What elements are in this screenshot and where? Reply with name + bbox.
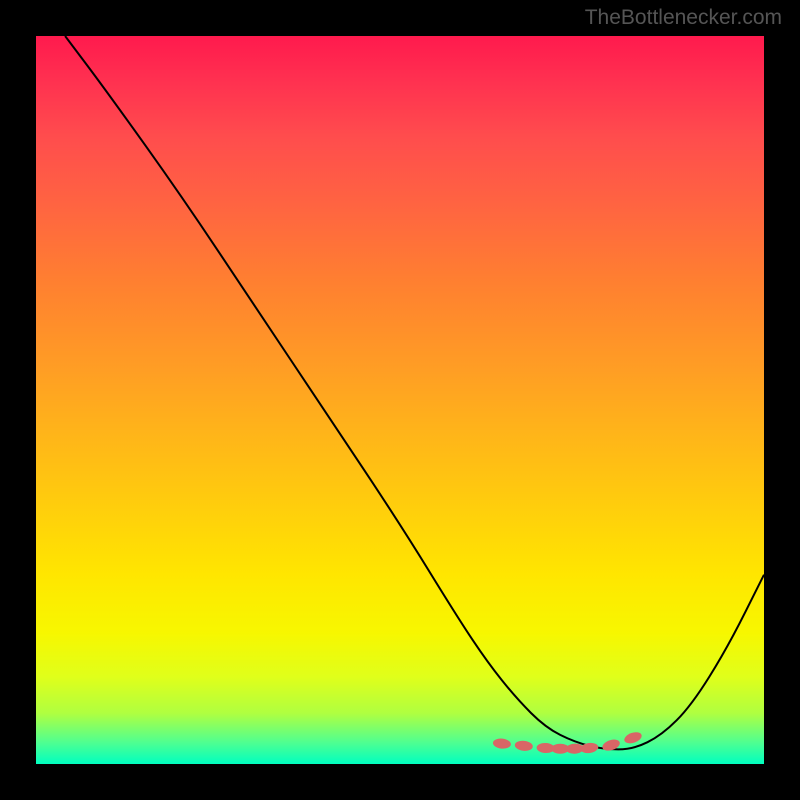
plot-area (36, 36, 764, 764)
curve-svg (36, 36, 764, 764)
marker-dot (623, 730, 643, 745)
markers-group (492, 730, 643, 754)
watermark-text: TheBottlenecker.com (585, 6, 782, 30)
marker-dot (492, 738, 511, 750)
marker-dot (601, 738, 621, 753)
curve-line (65, 36, 764, 749)
chart-container: TheBottlenecker.com (0, 0, 800, 800)
marker-dot (514, 740, 533, 752)
bottleneck-curve (65, 36, 764, 749)
